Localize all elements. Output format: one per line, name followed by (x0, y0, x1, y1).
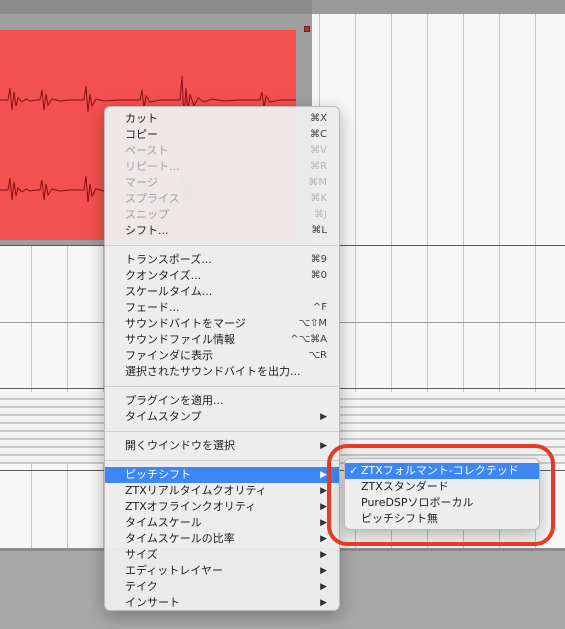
menu-item-label: インサート (125, 596, 180, 609)
menu-shortcut: ⌘K (310, 193, 327, 204)
menu-item-label: シフト... (125, 224, 169, 237)
menu-item-label: フェード... (125, 301, 180, 314)
menu-item-label: 開くウインドウを選択 (125, 439, 235, 452)
menu-item-label: クオンタイズ... (125, 269, 202, 282)
menu-item-label: プラグインを適用... (125, 394, 224, 407)
menu-item[interactable]: サイズ ▶ (105, 547, 339, 563)
menu-shortcut: ⌘X (310, 113, 327, 124)
menu-item-label: ZTXオフラインクオリティ (125, 500, 257, 513)
menu-item-label: リピート... (125, 160, 180, 173)
menu-separator (105, 386, 339, 387)
submenu-arrow-icon: ▶ (320, 486, 327, 496)
menu-item[interactable]: シフト... ⌘L (105, 223, 339, 239)
menu-separator (105, 245, 339, 246)
menu-shortcut: ⌘R (310, 161, 327, 172)
menu-item[interactable]: ピッチシフト ▶ (105, 467, 339, 483)
menu-item-label: テイク (125, 580, 158, 593)
menu-item[interactable]: プラグインを適用... (105, 393, 339, 409)
menu-item-label: スニップ (125, 208, 169, 221)
submenu-arrow-icon: ▶ (320, 441, 327, 451)
menu-item[interactable]: フェード... ^F (105, 300, 339, 316)
menu-item[interactable]: エディットレイヤー ▶ (105, 563, 339, 579)
menu-shortcut: ^⌥⌘A (290, 334, 327, 345)
menu-shortcut: ⌘L (311, 225, 327, 236)
menu-item-label: エディットレイヤー (125, 564, 223, 577)
menu-item[interactable]: トランスポーズ... ⌘9 (105, 252, 339, 268)
menu-item[interactable]: サウンドファイル情報 ^⌥⌘A (105, 332, 339, 348)
menu-shortcut: ⌥⇧M (298, 318, 327, 329)
menu-shortcut: ⌘0 (310, 270, 327, 281)
menu-item-label: タイムスケールの比率 (125, 532, 235, 545)
menu-shortcut: ^F (312, 302, 327, 313)
menu-shortcut: ⌘J (314, 209, 327, 220)
menu-shortcut: ⌥R (308, 350, 327, 361)
menu-item-label: 選択されたサウンドバイトを出力... (125, 365, 301, 378)
submenu-arrow-icon: ▶ (320, 566, 327, 576)
menu-item[interactable]: マージ ⌘M (105, 175, 339, 191)
ruler-strip-right (312, 0, 565, 14)
submenu-arrow-icon: ▶ (320, 518, 327, 528)
menu-item[interactable]: ファインダに表示 ⌥R (105, 348, 339, 364)
submenu-arrow-icon: ▶ (320, 534, 327, 544)
submenu-arrow-icon: ▶ (320, 598, 327, 608)
menu-item[interactable]: スケールタイム... (105, 284, 339, 300)
menu-item-label: サイズ (125, 548, 158, 561)
menu-item[interactable]: サウンドバイトをマージ ⌥⇧M (105, 316, 339, 332)
menu-item-label: サウンドファイル情報 (125, 333, 235, 346)
menu-item-label: トランスポーズ... (125, 253, 212, 266)
menu-item[interactable]: 開くウインドウを選択 ▶ (105, 438, 339, 454)
menu-item[interactable]: コピー ⌘C (105, 127, 339, 143)
menu-item[interactable]: 選択されたサウンドバイトを出力... (105, 364, 339, 380)
submenu-arrow-icon: ▶ (320, 550, 327, 560)
region-resize-handle[interactable] (304, 26, 310, 32)
menu-item-label: サウンドバイトをマージ (125, 317, 246, 330)
menu-item-label: コピー (125, 128, 158, 141)
menu-item[interactable]: スプライス ⌘K (105, 191, 339, 207)
menu-item-label: カット (125, 112, 158, 125)
menu-item[interactable]: ZTXオフラインクオリティ ▶ (105, 499, 339, 515)
menu-item[interactable]: スニップ ⌘J (105, 207, 339, 223)
menu-item[interactable]: カット ⌘X (105, 111, 339, 127)
menu-item[interactable]: タイムスタンプ ▶ (105, 409, 339, 425)
menu-item-label: タイムスタンプ (125, 410, 202, 423)
menu-item[interactable]: クオンタイズ... ⌘0 (105, 268, 339, 284)
menu-shortcut: ⌘M (308, 177, 327, 188)
menu-item[interactable]: タイムスケールの比率 ▶ (105, 531, 339, 547)
submenu-arrow-icon: ▶ (320, 470, 327, 480)
menu-item-label: ZTXリアルタイムクオリティ (125, 484, 267, 497)
menu-item-label: スプライス (125, 192, 180, 205)
menu-item[interactable]: ZTXリアルタイムクオリティ ▶ (105, 483, 339, 499)
submenu-arrow-icon: ▶ (320, 412, 327, 422)
context-menu: カット ⌘X コピー ⌘C ペースト ⌘V リピート... ⌘R マージ ⌘M スプライス ⌘K スニッ… (104, 106, 340, 611)
menu-item-label: マージ (125, 176, 158, 189)
annotation-highlight-ring (327, 444, 555, 546)
menu-separator (105, 460, 339, 461)
menu-item-label: ペースト (125, 144, 169, 157)
menu-shortcut: ⌘V (310, 145, 327, 156)
submenu-arrow-icon: ▶ (320, 502, 327, 512)
menu-shortcut: ⌘9 (310, 254, 327, 265)
menu-separator (105, 431, 339, 432)
menu-item-label: ピッチシフト (125, 468, 191, 481)
menu-item[interactable]: インサート ▶ (105, 595, 339, 611)
submenu-arrow-icon: ▶ (320, 582, 327, 592)
menu-shortcut: ⌘C (310, 129, 327, 140)
menu-item-label: ファインダに表示 (125, 349, 213, 362)
menu-item[interactable]: リピート... ⌘R (105, 159, 339, 175)
menu-item[interactable]: テイク ▶ (105, 579, 339, 595)
menu-item[interactable]: タイムスケール ▶ (105, 515, 339, 531)
menu-item[interactable]: ペースト ⌘V (105, 143, 339, 159)
menu-item-label: スケールタイム... (125, 285, 213, 298)
menu-item-label: タイムスケール (125, 516, 202, 529)
